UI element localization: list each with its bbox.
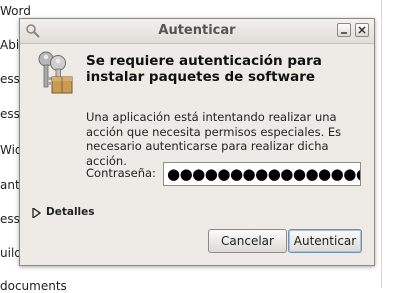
dialog-title: Autenticar <box>158 23 236 38</box>
bg-list-item: documents <box>0 279 67 293</box>
bg-list-item: ess <box>0 72 20 86</box>
close-button[interactable] <box>355 23 369 37</box>
expander-arrow-icon <box>32 208 41 218</box>
details-label: Detalles <box>46 206 95 218</box>
minimize-button[interactable] <box>337 23 351 37</box>
bg-window-edge <box>381 0 382 288</box>
minimize-icon <box>341 32 347 34</box>
authenticate-button[interactable]: Autenticar <box>288 229 362 253</box>
bg-list-item: Word <box>0 4 31 18</box>
cancel-button[interactable]: Cancelar <box>208 229 287 253</box>
password-label: Contraseña: <box>86 166 156 180</box>
titlebar[interactable]: Autenticar <box>20 19 374 44</box>
dialog-heading: Se requiere autenticación para instalar … <box>86 53 322 85</box>
bg-list-item: Abi <box>0 38 20 52</box>
bg-list-item: ess <box>0 107 20 121</box>
bg-list-item: ess <box>0 212 20 226</box>
authenticate-dialog: Autenticar Se requiere autenticación par… <box>19 18 375 266</box>
password-field[interactable]: ●●●●●●●●●●●●●●●● <box>163 162 361 186</box>
dialog-message: Una aplicación está intentando realizar … <box>86 110 342 168</box>
keys-icon <box>32 49 76 97</box>
close-icon <box>358 26 366 34</box>
